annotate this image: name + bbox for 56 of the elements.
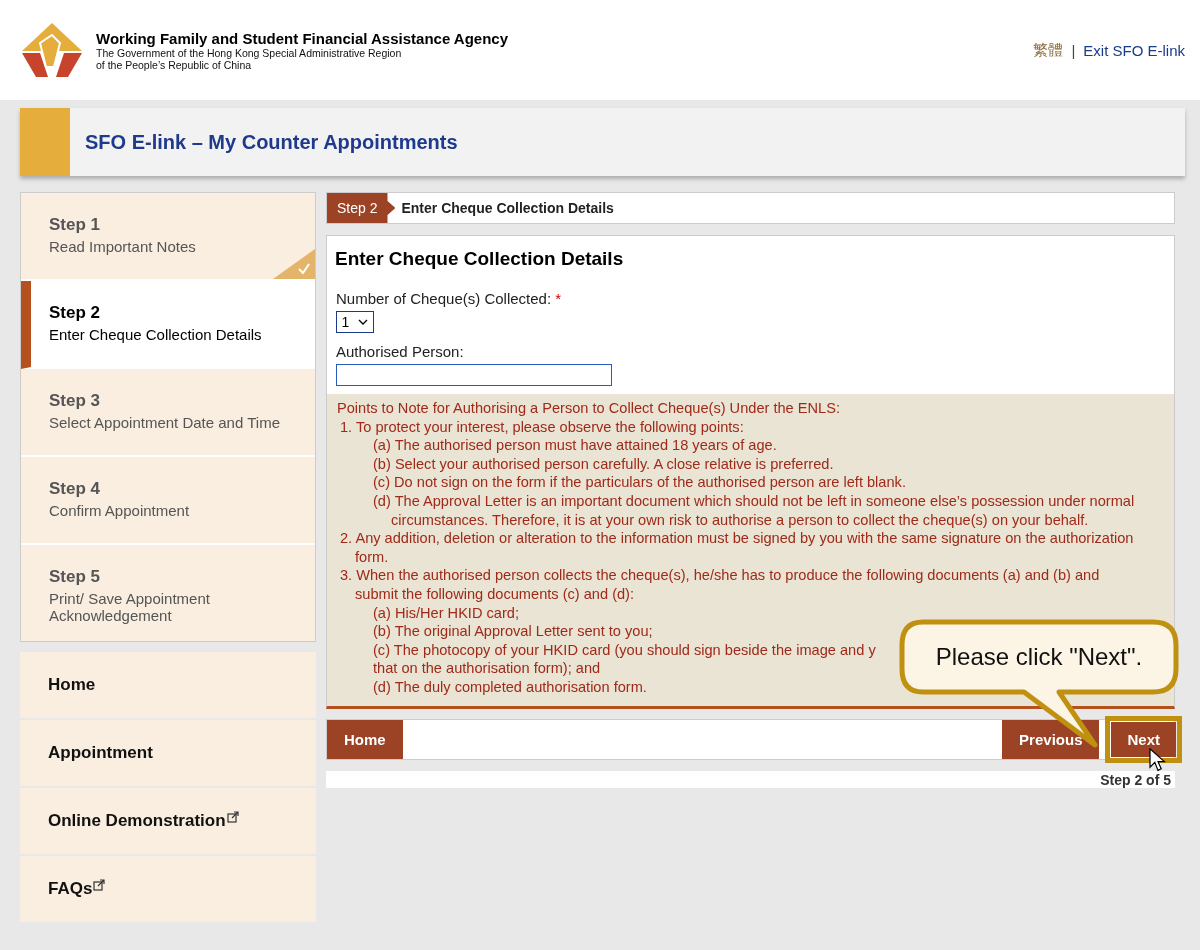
- step-label: Step 1: [49, 215, 102, 235]
- step-badge: Step 2: [327, 193, 396, 223]
- note-item: 1. To protect your interest, please observe the following points:: [339, 417, 745, 437]
- step-label: Step 2: [49, 303, 102, 323]
- authorised-person-field[interactable]: [336, 364, 612, 386]
- field-label: Number of Cheque(s) Collected: *: [336, 290, 563, 307]
- step-label: Step 4: [49, 479, 102, 499]
- step-item[interactable]: Step 3 Select Appointment Date and Time: [21, 369, 315, 457]
- exit-link[interactable]: Exit SFO E-link: [1083, 41, 1185, 59]
- note-subitem: (a) His/Her HKID card;: [372, 603, 519, 623]
- nav-label: Online Demonstration: [48, 811, 226, 831]
- step-item[interactable]: Step 4 Confirm Appointment: [21, 457, 315, 545]
- caret-icon: [358, 318, 369, 326]
- note-subitem: (d) The Approval Letter is an important document which should not be left in someone else’s possession under normal circumstances. Therefore, it is at your own risk to authorise a person to collect the cheque(s) on your behalf.: [372, 491, 1136, 530]
- step-item[interactable]: Step 5 Print/ Save Appointment Acknowledgement: [21, 545, 315, 641]
- language-link[interactable]: 繁體: [1033, 40, 1064, 60]
- nav-item[interactable]: FAQs: [20, 856, 316, 922]
- agency-name: Working Family and Student Financial Assistance Agency: [96, 29, 509, 47]
- agency-logo-icon: [20, 21, 84, 79]
- note-subitem: (b) Select your authorised person carefully. A close relative is preferred.: [372, 454, 834, 474]
- note-subitem: (b) The original Approval Letter sent to you;: [372, 622, 653, 641]
- next-button[interactable]: Next: [1111, 721, 1176, 757]
- nav-label: Appointment: [48, 743, 153, 763]
- note-subitem: (d) The duly completed authorisation form.: [372, 677, 647, 697]
- home-button[interactable]: Home: [327, 719, 403, 759]
- step-label: Step 3: [49, 391, 102, 411]
- step-description: Print/ Save Appointment Acknowledgement: [49, 590, 211, 624]
- nav-item[interactable]: Appointment: [20, 720, 316, 786]
- progress-text: Step 2 of 5: [1100, 771, 1171, 788]
- separator: |: [1071, 41, 1076, 59]
- callout-text: Please click "Next".: [935, 643, 1143, 671]
- nav-item[interactable]: Online Demonstration: [20, 788, 316, 854]
- field-label: Authorised Person:: [336, 343, 465, 360]
- nav-label: Home: [48, 675, 96, 695]
- page-title: SFO E-link – My Counter Appointments: [85, 130, 458, 154]
- step-description: Enter Cheque Collection Details: [49, 326, 263, 343]
- step-description: Select Appointment Date and Time: [49, 414, 281, 431]
- nav-label: FAQs: [48, 879, 93, 899]
- government-line: of the People’s Republic of China: [96, 58, 252, 71]
- note-item: 3. When the authorised person collects the cheque(s), he/she has to produce the following documents (a) and (b) and submit the following documents (c) and (d):: [339, 566, 1101, 604]
- note-item: 2. Any addition, deletion or alteration to the information must be signed by you with the same signature on the authorization form.: [339, 529, 1135, 567]
- step-label: Step 5: [49, 567, 102, 587]
- nav-item[interactable]: Home: [20, 652, 316, 718]
- step-description: Read Important Notes: [49, 238, 197, 255]
- note-subitem: (c) The photocopy of your HKID card (you should sign beside the image and y: [372, 640, 876, 660]
- note-subitem: (c) Do not sign on the form if the particulars of the authorised person are left blank.: [372, 473, 906, 492]
- notes-heading: Points to Note for Authorising a Person to Collect Cheque(s) Under the ENLS:: [337, 399, 841, 418]
- step-item[interactable]: Step 2 Enter Cheque Collection Details: [21, 281, 315, 369]
- form-title: Enter Cheque Collection Details: [335, 248, 625, 270]
- step-bar-title: Enter Cheque Collection Details: [401, 200, 614, 216]
- note-subitem: that on the authorisation form); and: [372, 659, 601, 678]
- step-description: Confirm Appointment: [49, 502, 191, 519]
- note-subitem: (a) The authorised person must have attained 18 years of age.: [372, 436, 777, 455]
- title-accent: [20, 108, 70, 176]
- cheques-dropdown[interactable]: 1: [336, 311, 374, 333]
- government-line: The Government of the Hong Kong Special Administrative Region: [96, 46, 403, 59]
